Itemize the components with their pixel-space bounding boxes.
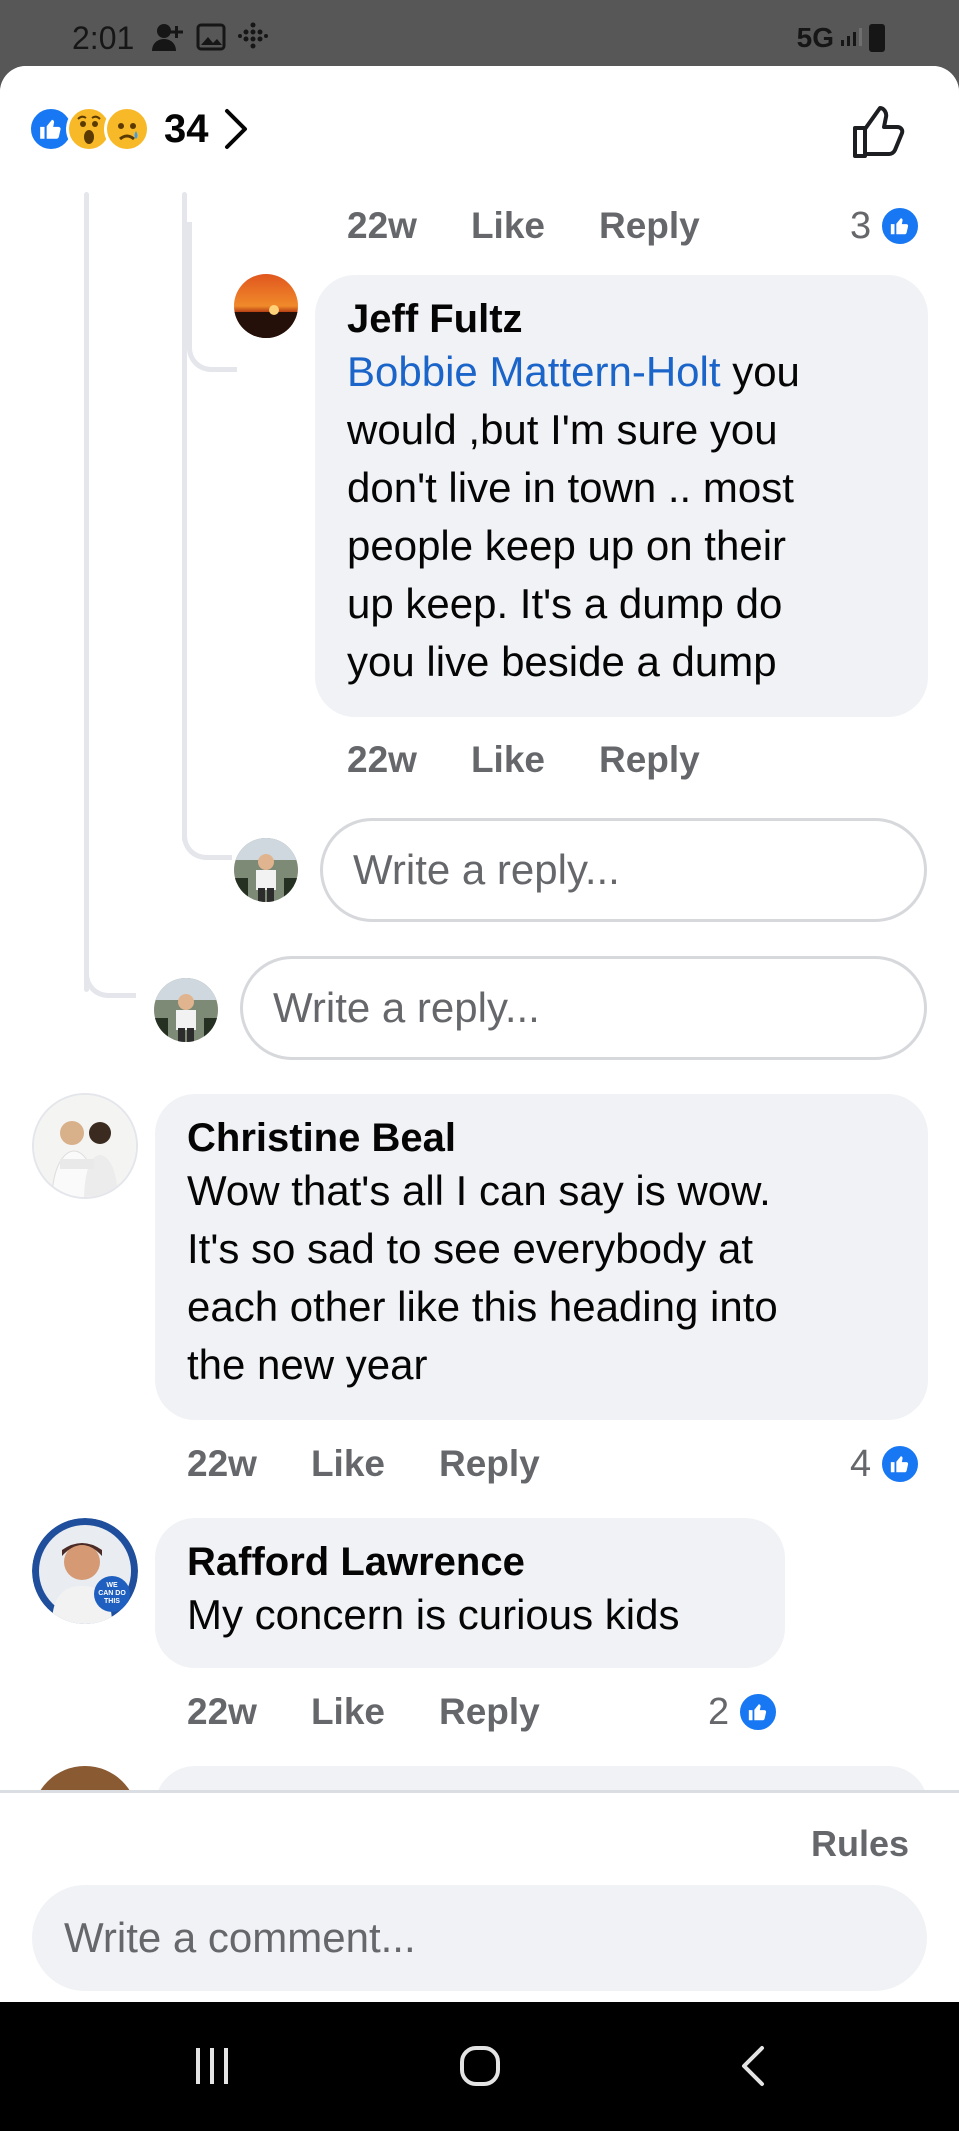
comment-author[interactable]: Rafford Lawrence	[187, 1538, 755, 1586]
like-count-icon	[879, 205, 922, 247]
comment-text: My concern is curious kids	[187, 1591, 680, 1638]
comment-like-count[interactable]: 2	[708, 1678, 780, 1746]
avatar[interactable]	[32, 1093, 138, 1199]
comment-composer: Rules Write a comment...	[0, 1790, 959, 2002]
like-count-icon	[737, 1691, 780, 1733]
comment-author[interactable]: Jeff Fultz	[347, 295, 898, 343]
person-add-icon	[152, 24, 183, 51]
thread-connector	[84, 946, 136, 998]
status-icons	[150, 22, 268, 52]
comment-time: 22w	[347, 205, 417, 246]
reply-input[interactable]: Write a reply...	[320, 818, 927, 922]
navigation-bar	[0, 2002, 959, 2131]
comment-text: Wow that's all I can say is wow. It's so…	[187, 1167, 778, 1388]
like-count-icon	[879, 1443, 922, 1485]
comment-like-count[interactable]: 4	[850, 1430, 922, 1498]
reactions-header: 34	[0, 66, 959, 192]
comment-text: Bobbie Mattern-Holt you would ,but I'm s…	[347, 348, 800, 685]
reply-input[interactable]: Write a reply...	[240, 956, 927, 1060]
status-time: 2:01	[72, 20, 135, 56]
sad-reaction-icon	[104, 106, 150, 152]
rules-link[interactable]: Rules	[811, 1823, 909, 1865]
like-button[interactable]: Like	[471, 205, 545, 247]
like-button[interactable]: Like	[311, 1691, 385, 1733]
reply-button[interactable]: Reply	[439, 1443, 540, 1485]
comment-author[interactable]: Christine Beal	[187, 1114, 898, 1162]
like-button[interactable]: Like	[471, 739, 545, 781]
comment-actions: 22w Like Reply	[187, 1430, 594, 1498]
mention-link[interactable]: Bobbie Mattern-Holt	[347, 348, 721, 395]
chevron-right-icon	[224, 109, 247, 149]
battery-icon	[869, 24, 885, 52]
home-icon[interactable]	[458, 2044, 502, 2088]
avatar[interactable]	[234, 274, 298, 338]
comment-actions: 22w Like Reply	[187, 1678, 594, 1746]
reactions-summary[interactable]: 34	[28, 106, 249, 152]
reply-button[interactable]: Reply	[439, 1691, 540, 1733]
comment-bubble: Jeff Fultz Bobbie Mattern-Holt you would…	[315, 275, 928, 717]
comment-bubble: Christine Beal Wow that's all I can say …	[155, 1094, 928, 1420]
network-type: 5G	[796, 22, 834, 53]
comments-sheet: 34 22w Like Reply 3 Jeff Fultz Bobbie Ma…	[0, 66, 959, 2002]
comment-time: 22w	[187, 1691, 257, 1732]
avatar-badge: WE CAN DO THIS	[98, 1582, 126, 1605]
comment-time: 22w	[347, 739, 417, 780]
comment-time: 22w	[187, 1443, 257, 1484]
thumbs-up-icon[interactable]	[851, 104, 907, 160]
gallery-icon	[196, 23, 226, 51]
comment-actions: 22w Like Reply	[347, 192, 754, 260]
comment-bubble: Rafford Lawrence My concern is curious k…	[155, 1518, 785, 1668]
thread-connector	[187, 222, 237, 372]
comment-like-count[interactable]: 3	[850, 192, 922, 260]
like-button[interactable]: Like	[311, 1443, 385, 1485]
recents-icon[interactable]	[190, 2044, 234, 2088]
avatar	[154, 978, 218, 1042]
thread-connector	[182, 806, 232, 860]
reaction-count: 34	[164, 106, 209, 151]
avatar[interactable]: WE CAN DO THIS	[32, 1518, 138, 1624]
thread-line-outer	[84, 192, 89, 992]
reply-button[interactable]: Reply	[599, 205, 700, 247]
comment-input[interactable]: Write a comment...	[32, 1885, 927, 1991]
dots-grid-icon	[238, 22, 268, 49]
comment-actions: 22w Like Reply	[347, 726, 754, 794]
signal-icon	[841, 28, 862, 46]
reply-button[interactable]: Reply	[599, 739, 700, 781]
status-bar: 2:01 5G	[0, 0, 959, 66]
back-icon[interactable]	[732, 2044, 776, 2088]
avatar	[234, 838, 298, 902]
